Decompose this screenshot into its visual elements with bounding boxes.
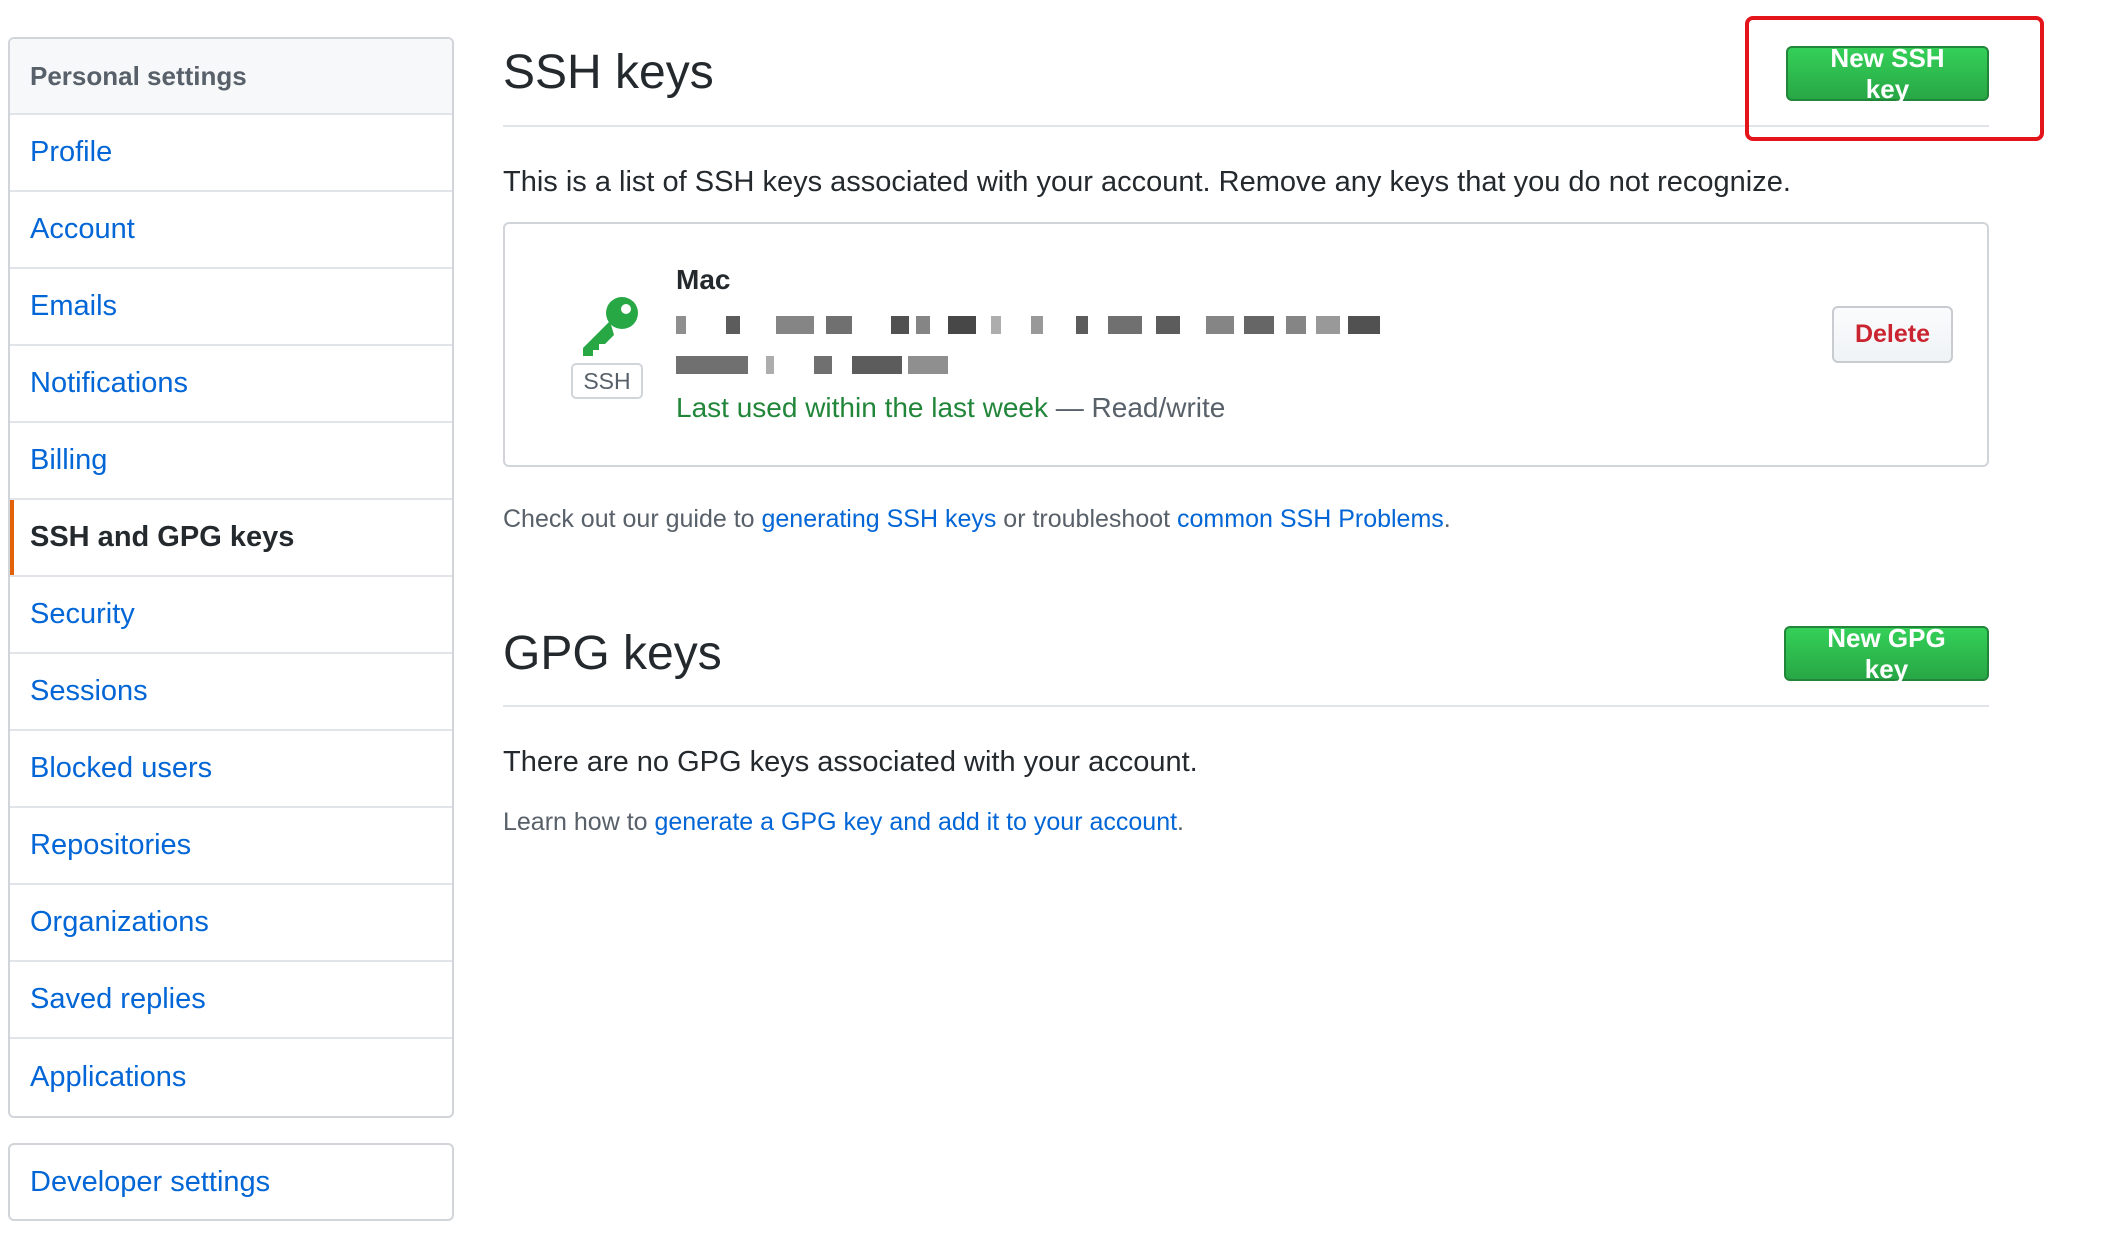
key-title: Mac <box>676 264 731 295</box>
ssh-section-header: SSH keys New SSH key <box>503 0 1989 127</box>
delete-key-button[interactable]: Delete <box>1832 306 1953 363</box>
settings-sidebar: Personal settings Profile Account Emails… <box>8 37 454 1118</box>
sidebar-item-saved-replies[interactable]: Saved replies <box>10 962 452 1039</box>
sidebar-item-account[interactable]: Account <box>10 192 452 269</box>
common-ssh-problems-link[interactable]: common SSH Problems <box>1177 505 1444 533</box>
key-usage: Last used within the last week — Read/wr… <box>676 392 1225 424</box>
generate-gpg-key-link[interactable]: generate a GPG key and add it to your ac… <box>655 808 1178 836</box>
key-fingerprint-redacted <box>676 316 1380 334</box>
gpg-learn-note: Learn how to generate a GPG key and add … <box>503 808 1184 837</box>
sidebar-item-organizations[interactable]: Organizations <box>10 885 452 962</box>
sidebar-header: Personal settings <box>10 39 452 115</box>
gpg-section-header: GPG keys New GPG key <box>503 600 1989 707</box>
key-last-used: Last used within the last week <box>676 392 1048 423</box>
new-ssh-key-button[interactable]: New SSH key <box>1786 43 1989 104</box>
new-gpg-key-button[interactable]: New GPG key <box>1784 623 1989 684</box>
ssh-guide-prefix: Check out our guide to <box>503 505 762 533</box>
sidebar-item-blocked-users[interactable]: Blocked users <box>10 731 452 808</box>
key-access: — Read/write <box>1047 392 1226 423</box>
sidebar-item-developer-settings[interactable]: Developer settings <box>10 1145 452 1219</box>
sidebar-item-sessions[interactable]: Sessions <box>10 654 452 731</box>
ssh-type-label: SSH <box>571 363 643 399</box>
ssh-guide-note: Check out our guide to generating SSH ke… <box>503 505 1451 534</box>
ssh-description: This is a list of SSH keys associated wi… <box>503 166 1791 198</box>
generating-ssh-keys-link[interactable]: generating SSH keys <box>762 505 997 533</box>
developer-settings-menu: Developer settings <box>8 1143 454 1221</box>
ssh-keys-title: SSH keys <box>503 46 714 99</box>
ssh-key-item: SSH Mac Last used within the last week —… <box>503 222 1989 467</box>
gpg-empty-message: There are no GPG keys associated with yo… <box>503 746 1198 778</box>
sidebar-item-security[interactable]: Security <box>10 577 452 654</box>
sidebar-item-profile[interactable]: Profile <box>10 115 452 192</box>
sidebar-item-repositories[interactable]: Repositories <box>10 808 452 885</box>
sidebar-item-ssh-gpg-keys[interactable]: SSH and GPG keys <box>10 500 452 577</box>
gpg-keys-title: GPG keys <box>503 627 722 680</box>
sidebar-item-emails[interactable]: Emails <box>10 269 452 346</box>
gpg-learn-prefix: Learn how to <box>503 808 655 836</box>
ssh-guide-suffix: . <box>1443 505 1451 533</box>
sidebar-item-applications[interactable]: Applications <box>10 1039 452 1116</box>
sidebar-item-billing[interactable]: Billing <box>10 423 452 500</box>
key-added-date-redacted <box>676 356 976 374</box>
ssh-guide-middle: or troubleshoot <box>996 505 1178 533</box>
key-icon <box>583 297 638 356</box>
gpg-learn-suffix: . <box>1177 808 1184 836</box>
sidebar-item-notifications[interactable]: Notifications <box>10 346 452 423</box>
